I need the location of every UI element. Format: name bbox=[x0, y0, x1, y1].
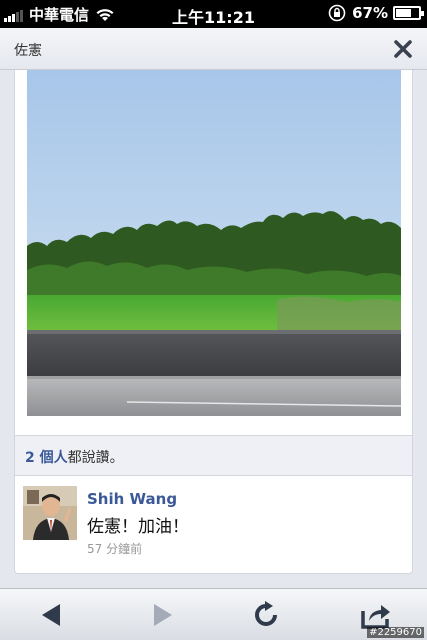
watermark: #2259670 bbox=[367, 627, 424, 638]
battery-icon bbox=[393, 6, 424, 20]
photo-card bbox=[14, 70, 413, 436]
comment-timestamp: 57 分鐘前 bbox=[87, 542, 143, 556]
battery-fill bbox=[396, 9, 411, 17]
likes-summary: 2 個人都說讚。 bbox=[14, 436, 413, 476]
comment-text: 佐憲！加油！ bbox=[87, 517, 189, 537]
content-area: 2 個人都說讚。 Shih Wang 佐憲！加油！ 57 分鐘前 bbox=[0, 70, 427, 588]
battery-percent: 67% bbox=[352, 4, 388, 22]
likes-suffix: 都說讚。 bbox=[67, 450, 124, 466]
avatar[interactable] bbox=[23, 486, 77, 540]
status-right: 67% bbox=[328, 4, 424, 22]
comment-author[interactable]: Shih Wang bbox=[87, 490, 177, 508]
share-icon[interactable] bbox=[360, 601, 392, 629]
bottom-toolbar bbox=[0, 588, 427, 640]
refresh-icon[interactable] bbox=[252, 601, 280, 629]
status-bar: 中華電信 上午11:21 67% bbox=[0, 0, 427, 28]
comment-card: Shih Wang 佐憲！加油！ 57 分鐘前 bbox=[14, 476, 413, 574]
landscape-photo bbox=[27, 70, 401, 416]
close-icon[interactable] bbox=[391, 37, 415, 61]
back-arrow-icon[interactable] bbox=[38, 601, 66, 629]
rotation-lock-icon bbox=[328, 4, 346, 22]
likes-people-link[interactable]: 2 個人 bbox=[25, 450, 68, 466]
forward-arrow-icon[interactable] bbox=[148, 601, 176, 629]
avatar-image bbox=[23, 486, 77, 540]
post-photo[interactable] bbox=[27, 70, 401, 416]
page-title: 佐憲 bbox=[14, 43, 42, 59]
photo-header: 佐憲 bbox=[0, 28, 427, 70]
